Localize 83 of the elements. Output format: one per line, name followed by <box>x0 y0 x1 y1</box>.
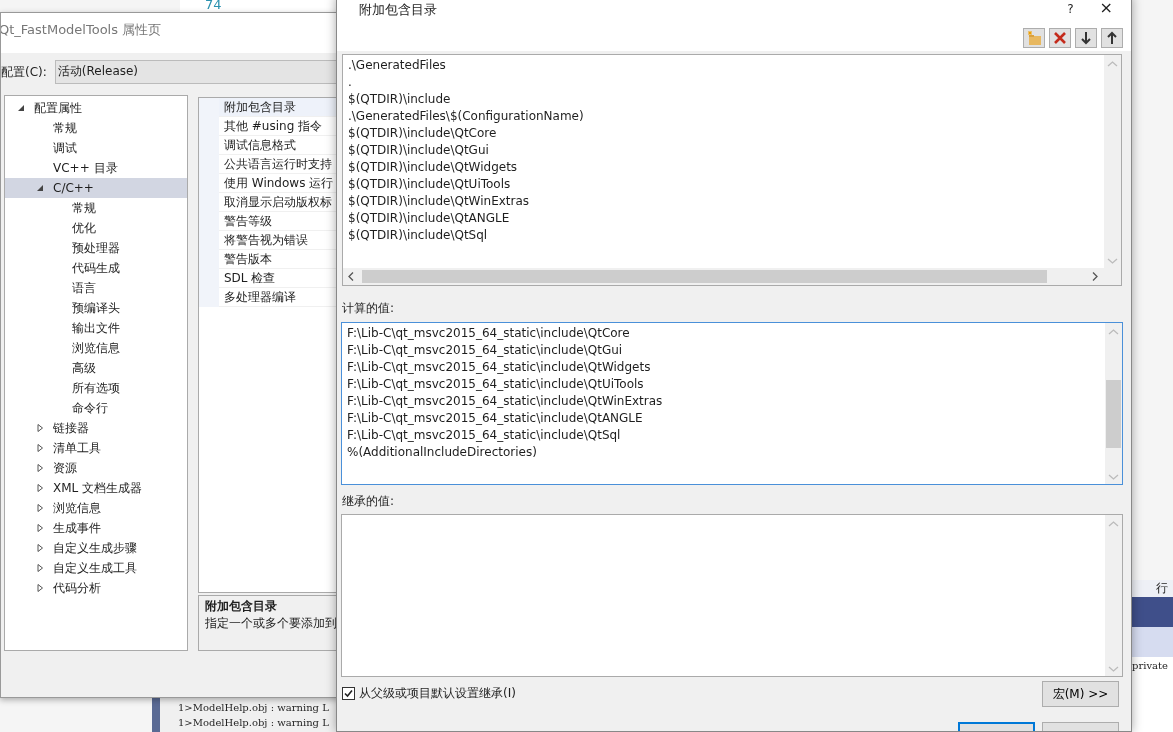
new-folder-icon <box>1026 30 1042 46</box>
tree-item[interactable]: 预编译头 <box>5 298 187 318</box>
list-entry: F:\Lib-C\qt_msvc2015_64_static\include\QtUiTools <box>346 376 644 393</box>
section-label: 计算的值: <box>342 300 395 317</box>
tree-item[interactable]: 生成事件 <box>5 518 187 538</box>
list-entry[interactable]: $(QTDIR)\include\QtWinExtras <box>343 193 530 210</box>
up-arrow-button[interactable] <box>1101 28 1123 48</box>
tree-item[interactable]: 预处理器 <box>5 238 187 258</box>
list-entry[interactable]: $(QTDIR)\include\QtWidgets <box>343 159 518 176</box>
list-entry: F:\Lib-C\qt_msvc2015_64_static\include\QtSql <box>346 427 621 444</box>
list-entry[interactable]: $(QTDIR)\include\QtCore <box>343 125 497 142</box>
expand-icon <box>36 544 44 552</box>
tree-item[interactable]: 自定义生成工具 <box>5 558 187 578</box>
collapse-icon <box>17 104 25 112</box>
scrollbar-thumb <box>1106 380 1121 448</box>
config-label: 配置(C): <box>1 63 47 81</box>
dialog-title: 附加包含目录 <box>359 1 438 18</box>
tree-item[interactable]: C/C++ <box>5 178 187 198</box>
list-entry[interactable]: $(QTDIR)\include\QtANGLE <box>343 210 510 227</box>
list-entry[interactable]: .\GeneratedFiles <box>343 57 446 74</box>
tree-item[interactable]: 高级 <box>5 358 187 378</box>
column-header: 行 <box>1130 580 1173 597</box>
down-arrow-button[interactable] <box>1075 28 1097 48</box>
delete-button[interactable] <box>1049 28 1071 48</box>
close-button[interactable]: × <box>1099 1 1113 15</box>
collapse-icon <box>36 184 44 192</box>
editor-toolbar <box>1130 597 1173 627</box>
list-entry: F:\Lib-C\qt_msvc2015_64_static\include\QtANGLE <box>346 410 643 427</box>
tree-item[interactable]: 资源 <box>5 458 187 478</box>
tree-item[interactable]: 链接器 <box>5 418 187 438</box>
list-entry[interactable]: .\GeneratedFiles\$(ConfigurationName) <box>343 108 584 125</box>
output-line: 1>ModelHelp.obj : warning L <box>178 716 330 730</box>
description-title: 附加包含目录 <box>205 598 278 615</box>
tree-item[interactable]: 配置属性 <box>5 98 187 118</box>
tree-item[interactable]: 调试 <box>5 138 187 158</box>
list-entry: %(AdditionalIncludeDirectories) <box>346 444 537 461</box>
inherit-checkbox[interactable]: 从父级或项目默认设置继承(I) <box>342 685 516 702</box>
tree-item[interactable]: 常规 <box>5 198 187 218</box>
expand-icon <box>36 504 44 512</box>
tree-item[interactable]: 命令行 <box>5 398 187 418</box>
list-entry[interactable]: $(QTDIR)\include\QtGui <box>343 142 489 159</box>
list-entry[interactable]: $(QTDIR)\include <box>343 91 451 108</box>
list-entry: F:\Lib-C\qt_msvc2015_64_static\include\QtCore <box>346 325 630 342</box>
config-dropdown[interactable]: 活动(Release) <box>54 60 339 84</box>
expand-icon <box>36 564 44 572</box>
description-text: 指定一个或多个要添加到 <box>205 615 338 632</box>
check-icon <box>343 688 354 699</box>
list-entry: F:\Lib-C\qt_msvc2015_64_static\include\QtWinExtras <box>346 393 663 410</box>
tree-item[interactable]: VC++ 目录 <box>5 158 187 178</box>
tree-item[interactable]: 输出文件 <box>5 318 187 338</box>
code-line: private <box>1131 659 1169 673</box>
output-line: 1>ModelHelp.obj : warning L <box>178 701 330 715</box>
help-button[interactable]: ? <box>1067 1 1074 18</box>
list-entry: F:\Lib-C\qt_msvc2015_64_static\include\QtGui <box>346 342 623 359</box>
list-entry[interactable]: $(QTDIR)\include\QtUiTools <box>343 176 511 193</box>
expand-icon <box>36 464 44 472</box>
expand-icon <box>36 424 44 432</box>
tree-item[interactable]: 优化 <box>5 218 187 238</box>
tree-item[interactable]: 语言 <box>5 278 187 298</box>
list-entry: F:\Lib-C\qt_msvc2015_64_static\include\QtWidgets <box>346 359 651 376</box>
line-number: 74 <box>205 0 222 13</box>
tree-item[interactable]: 浏览信息 <box>5 498 187 518</box>
tree-item[interactable]: 浏览信息 <box>5 338 187 358</box>
macros-button[interactable]: 宏(M) >> <box>1042 681 1119 707</box>
tree-item[interactable]: 代码分析 <box>5 578 187 598</box>
highlighted-row <box>1130 627 1173 657</box>
down-arrow-icon <box>1078 30 1094 46</box>
expand-icon <box>36 584 44 592</box>
list-entry[interactable]: $(QTDIR)\include\QtSql <box>343 227 488 244</box>
list-entry[interactable]: . <box>343 74 352 91</box>
tree-item[interactable]: 代码生成 <box>5 258 187 278</box>
property-name[interactable]: 附加包含目录 <box>219 98 339 117</box>
tree-item[interactable]: 常规 <box>5 118 187 138</box>
tree-item[interactable]: 清单工具 <box>5 438 187 458</box>
expand-icon <box>36 484 44 492</box>
tree-item[interactable]: 自定义生成步骤 <box>5 538 187 558</box>
tree-item[interactable]: 所有选项 <box>5 378 187 398</box>
expand-icon <box>36 524 44 532</box>
tree-item[interactable]: XML 文档生成器 <box>5 478 187 498</box>
section-label: 继承的值: <box>342 493 395 510</box>
expand-icon <box>36 444 44 452</box>
delete-icon <box>1052 30 1068 46</box>
ok-button[interactable] <box>958 722 1035 731</box>
